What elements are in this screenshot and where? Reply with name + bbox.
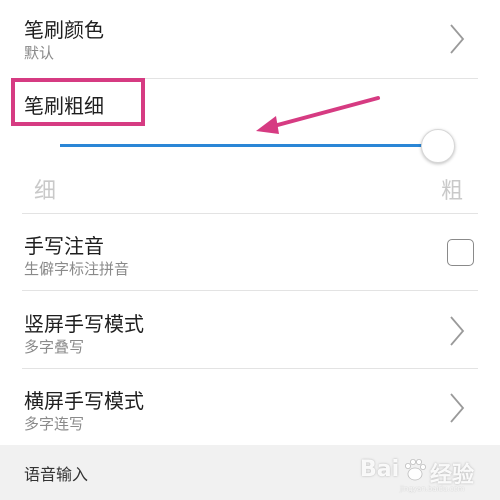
thin-label: 细	[34, 179, 57, 204]
landscape-mode-value: 多字连写	[24, 415, 85, 433]
watermark-subtext: jingyan.baidu.com	[400, 485, 465, 493]
handwriting-phonetic-title: 手写注音	[24, 234, 104, 258]
baidu-paw-icon	[405, 459, 426, 481]
handwriting-phonetic-row[interactable]: 手写注音 生僻字标注拼音	[0, 214, 500, 290]
highlight-annotation-box	[11, 78, 145, 126]
brush-thickness-slider-thumb[interactable]	[421, 129, 455, 163]
brush-color-title: 笔刷颜色	[24, 18, 104, 42]
portrait-mode-row[interactable]: 竖屏手写模式 多字叠写	[0, 291, 500, 368]
brush-thickness-slider-track[interactable]	[60, 144, 438, 147]
landscape-mode-title: 横屏手写模式	[24, 389, 144, 413]
handwriting-phonetic-subtitle: 生僻字标注拼音	[24, 260, 130, 278]
chevron-right-icon	[448, 22, 466, 56]
brush-color-row[interactable]: 笔刷颜色 默认	[0, 0, 500, 78]
portrait-mode-title: 竖屏手写模式	[24, 312, 144, 336]
voice-input-section-title: 语音输入	[24, 465, 89, 484]
portrait-mode-value: 多字叠写	[24, 338, 85, 356]
chevron-right-icon	[448, 314, 466, 348]
thick-label: 粗	[441, 179, 464, 204]
chevron-right-icon	[448, 391, 466, 425]
baidu-jingyan-watermark: Bai 经验 jingyan.baidu.com	[360, 452, 496, 493]
brush-color-value: 默认	[24, 44, 55, 62]
landscape-mode-row[interactable]: 横屏手写模式 多字连写	[0, 369, 500, 445]
arrow-annotation-icon	[256, 96, 380, 134]
watermark-text-left: Bai	[360, 457, 400, 482]
handwriting-phonetic-checkbox[interactable]	[447, 239, 474, 266]
